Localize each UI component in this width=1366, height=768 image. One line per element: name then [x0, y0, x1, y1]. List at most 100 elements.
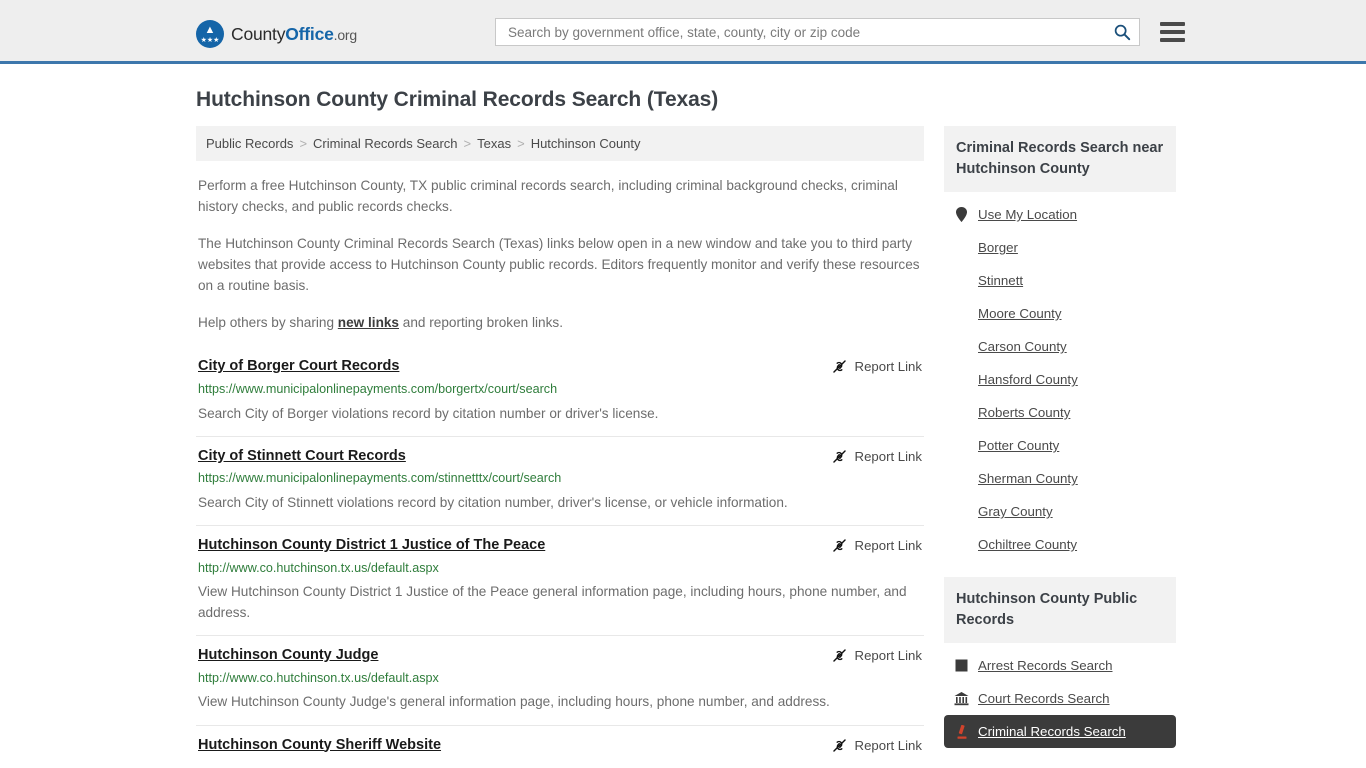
bullet-icon [954, 471, 969, 486]
report-link-button[interactable]: Report Link [831, 646, 922, 664]
report-link-label: Report Link [854, 737, 922, 753]
sidebar-item-sherman-county[interactable]: Sherman County [944, 462, 1176, 495]
results-list: City of Borger Court Records Report Link h… [196, 351, 924, 766]
sidebar-item-borger[interactable]: Borger [944, 231, 1176, 264]
report-link-label: Report Link [854, 648, 922, 664]
result-url: http://www.co.hutchinson.tx.us/default.a… [198, 671, 439, 686]
breadcrumb-item[interactable]: Hutchinson County [531, 136, 641, 151]
result-title-link[interactable]: Hutchinson County Judge [198, 646, 378, 665]
sidebar-item-label[interactable]: Stinnett [978, 273, 1023, 288]
logo-text-org: .org [333, 26, 358, 43]
sidebar-item-label[interactable]: Criminal Records Search [978, 724, 1126, 739]
sidebar-item-criminal-records-search[interactable]: Criminal Records Search [944, 715, 1176, 749]
logo-text-county: County [231, 23, 286, 44]
sidebar-heading-public-records: Hutchinson County Public Records [944, 577, 1176, 644]
result-item: Hutchinson County Judge Report Link http:/… [196, 635, 924, 724]
broken-link-icon[interactable] [831, 647, 848, 664]
sidebar-item-label[interactable]: Court Records Search [978, 691, 1110, 706]
sidebar-list-public-records: Arrest Records Search Court Records Searc… [944, 643, 1176, 749]
page-container: Hutchinson County Criminal Records Searc… [0, 88, 1366, 766]
report-link-button[interactable]: Report Link [831, 447, 922, 465]
sidebar-item-label[interactable]: Roberts County [978, 405, 1070, 420]
report-link-button[interactable]: Report Link [831, 536, 922, 554]
sidebar-item-label[interactable]: Sherman County [978, 471, 1078, 486]
sidebar-item-label[interactable]: Gray County [978, 504, 1053, 519]
sidebar-item-arrest-records-search[interactable]: Arrest Records Search [944, 649, 1176, 682]
site-header: ▲ ★★★ CountyOffice.org [0, 0, 1366, 64]
result-item: City of Borger Court Records Report Link h… [196, 351, 924, 435]
breadcrumb-item[interactable]: Public Records [206, 136, 293, 151]
sidebar-item-stinnett[interactable]: Stinnett [944, 264, 1176, 297]
fingerprint-card-icon [954, 658, 969, 673]
result-url: https://www.municipalonlinepayments.com/… [198, 471, 562, 486]
site-logo[interactable]: ▲ ★★★ CountyOffice.org [196, 20, 357, 48]
bullet-icon [954, 438, 969, 453]
sidebar-card-nearby: Criminal Records Search near Hutchinson … [944, 126, 1176, 561]
result-header: City of Stinnett Court Records Report Lin… [198, 447, 922, 466]
hamburger-menu-icon[interactable] [1160, 22, 1185, 42]
bullet-icon [954, 372, 969, 387]
search-box[interactable] [495, 18, 1140, 46]
result-title-link[interactable]: City of Borger Court Records [198, 357, 399, 376]
sidebar-item-label[interactable]: Arrest Records Search [978, 658, 1113, 673]
sidebar-item-label[interactable]: Moore County [978, 306, 1062, 321]
menu-bar [1160, 38, 1185, 42]
bullet-icon [954, 405, 969, 420]
intro-paragraph-2: The Hutchinson County Criminal Records S… [198, 236, 920, 294]
sidebar-item-hansford-county[interactable]: Hansford County [944, 363, 1176, 396]
sidebar-card-public-records: Hutchinson County Public Records Arrest … [944, 577, 1176, 749]
breadcrumb-item[interactable]: Texas [477, 136, 511, 151]
sidebar-item-court-records-search[interactable]: Court Records Search [944, 682, 1176, 715]
new-links-link[interactable]: new links [338, 315, 399, 330]
result-title-link[interactable]: Hutchinson County Sheriff Website [198, 736, 441, 755]
report-link-label: Report Link [854, 448, 922, 464]
broken-link-icon[interactable] [831, 358, 848, 375]
broken-link-icon[interactable] [831, 737, 848, 754]
result-url: https://www.municipalonlinepayments.com/… [198, 382, 558, 397]
sidebar: Criminal Records Search near Hutchinson … [944, 126, 1176, 764]
intro-paragraph-1: Perform a free Hutchinson County, TX pub… [198, 178, 898, 215]
sidebar-item-label[interactable]: Use My Location [978, 207, 1077, 222]
breadcrumb: Public Records > Criminal Records Search > T… [196, 126, 924, 161]
result-header: Hutchinson County District 1 Justice of … [198, 536, 922, 555]
report-link-button[interactable]: Report Link [831, 357, 922, 375]
result-item: City of Stinnett Court Records Report Lin… [196, 435, 924, 525]
result-description: Search City of Stinnett violations recor… [198, 494, 788, 510]
sidebar-item-carson-county[interactable]: Carson County [944, 330, 1176, 363]
result-title-link[interactable]: City of Stinnett Court Records [198, 447, 406, 466]
bullet-icon [954, 306, 969, 321]
sidebar-item-roberts-county[interactable]: Roberts County [944, 396, 1176, 429]
sidebar-item-label[interactable]: Potter County [978, 438, 1059, 453]
sidebar-item-ochiltree-county[interactable]: Ochiltree County [944, 528, 1176, 561]
gavel-icon [954, 724, 969, 739]
broken-link-icon[interactable] [831, 448, 848, 465]
sidebar-item-gray-county[interactable]: Gray County [944, 495, 1176, 528]
result-header: Hutchinson County Sheriff Website Report … [198, 736, 922, 755]
sidebar-item-moore-county[interactable]: Moore County [944, 297, 1176, 330]
sidebar-item-label[interactable]: Hansford County [978, 372, 1078, 387]
result-header: Hutchinson County Judge Report Link [198, 646, 922, 665]
intro-p3-before: Help others by sharing [198, 315, 338, 331]
search-input[interactable] [506, 23, 1113, 41]
sidebar-item-label[interactable]: Borger [978, 240, 1018, 255]
bullet-icon [954, 537, 969, 552]
eagle-seal-icon: ▲ ★★★ [196, 20, 224, 48]
sidebar-item-label[interactable]: Carson County [978, 339, 1067, 354]
breadcrumb-separator: > [299, 136, 308, 151]
breadcrumb-item[interactable]: Criminal Records Search [313, 136, 458, 151]
intro-p3-after: and reporting broken links. [399, 315, 563, 331]
logo-text-office: Office [285, 23, 334, 44]
sidebar-item-label[interactable]: Ochiltree County [978, 537, 1077, 552]
result-description: Search City of Borger violations record … [198, 405, 659, 421]
result-item: Hutchinson County District 1 Justice of … [196, 524, 924, 635]
search-area [495, 18, 1185, 46]
result-title-link[interactable]: Hutchinson County District 1 Justice of … [198, 536, 545, 555]
broken-link-icon[interactable] [831, 537, 848, 554]
result-description: View Hutchinson County Judge's general i… [198, 694, 830, 710]
breadcrumb-separator: > [463, 136, 472, 151]
sidebar-item-use-my-location[interactable]: Use My Location [944, 198, 1176, 231]
bullet-icon [954, 339, 969, 354]
sidebar-item-potter-county[interactable]: Potter County [944, 429, 1176, 462]
report-link-button[interactable]: Report Link [831, 736, 922, 754]
search-icon[interactable] [1113, 23, 1131, 41]
